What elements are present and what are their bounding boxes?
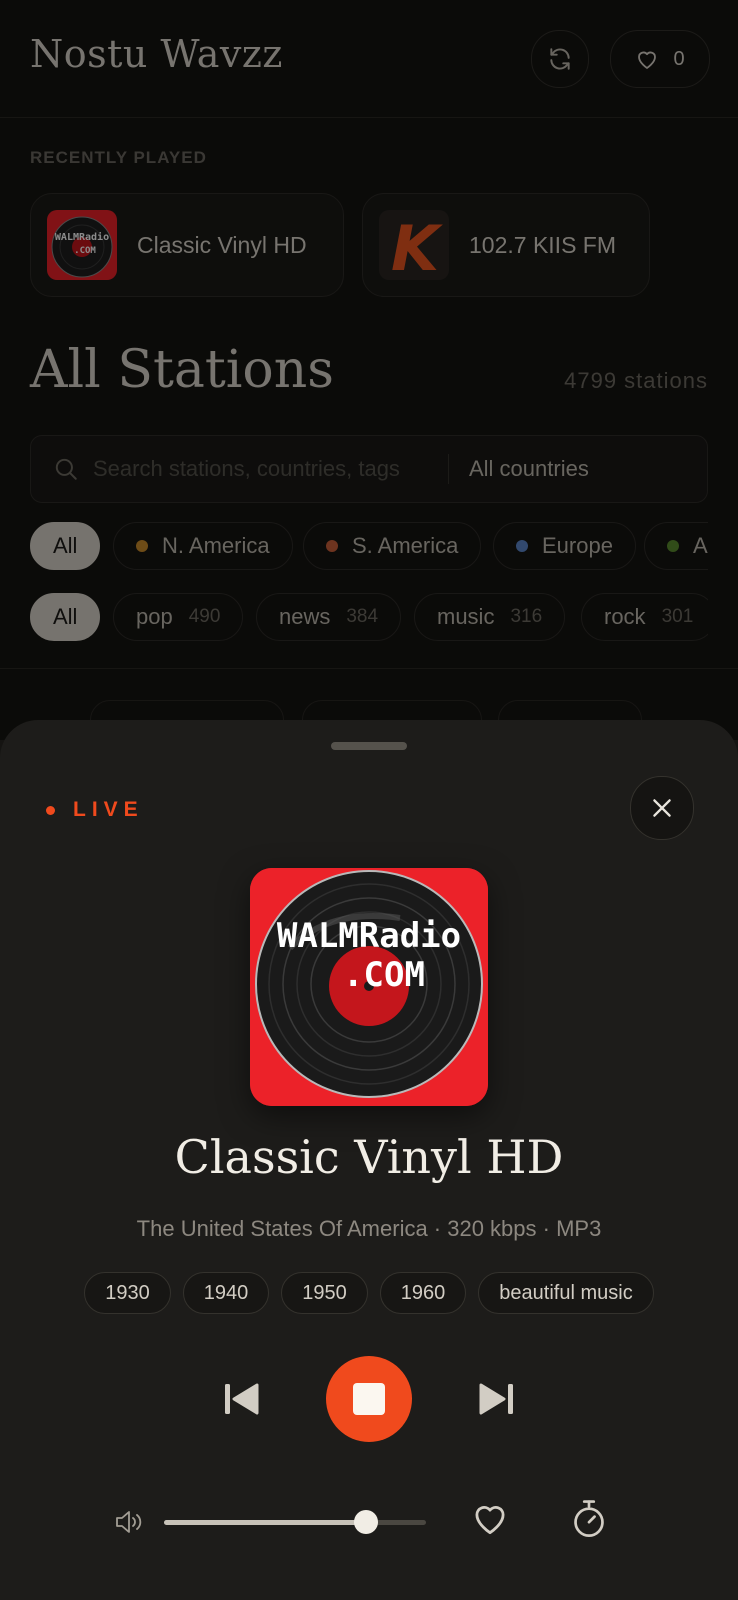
skip-previous-icon [225, 1383, 259, 1415]
svg-text:.COM: .COM [343, 955, 425, 995]
genre-filter-row: All pop 490 news 384 music 316 rock 301 [30, 593, 708, 645]
now-playing-title: Classic Vinyl HD [174, 1130, 564, 1184]
live-indicator: LIVE [46, 798, 144, 822]
all-stations-title: All Stations [30, 340, 334, 400]
live-label: LIVE [73, 798, 144, 821]
svg-text:.COM: .COM [74, 246, 96, 256]
stop-button[interactable] [326, 1356, 412, 1442]
volume-knob[interactable] [353, 1510, 378, 1534]
region-filter-row: All N. America S. America Europe A [30, 522, 708, 574]
heart-icon [638, 51, 657, 69]
region-dot [516, 540, 528, 552]
recently-played-label: RECENTLY PLAYED [30, 148, 207, 167]
recent-station-name: 102.7 KIIS FM [469, 231, 617, 258]
recent-station-name: Classic Vinyl HD [137, 231, 307, 258]
region-chip-europe[interactable]: Europe [493, 522, 636, 570]
app-title: Nostu Wavzz [30, 32, 283, 76]
search-input[interactable]: Search stations, countries, tags [93, 456, 400, 482]
stop-icon [353, 1383, 385, 1415]
region-chip-all[interactable]: All [30, 522, 101, 570]
tag-chip[interactable]: 1930 [84, 1272, 171, 1314]
genre-chip-music[interactable]: music 316 [414, 593, 566, 641]
close-icon [653, 799, 671, 817]
genre-chip-all[interactable]: All [30, 593, 101, 641]
now-playing-sheet: LIVE WALMRadio .COM Classic Vinyl HD The… [0, 720, 738, 1600]
sheet-drag-handle[interactable] [331, 742, 407, 750]
search-divider [448, 454, 449, 484]
app-header: Nostu Wavzz 0 [0, 0, 738, 118]
region-chip-s-america[interactable]: S. America [303, 522, 482, 570]
region-chip-n-america[interactable]: N. America [113, 522, 293, 570]
refresh-icon [550, 48, 570, 70]
station-meta: The United States Of America · 320 kbps … [136, 1216, 602, 1241]
favorite-heart-icon[interactable] [470, 1500, 510, 1536]
volume-slider[interactable] [164, 1510, 426, 1534]
svg-text:WALMRadio: WALMRadio [277, 916, 461, 956]
tag-chip[interactable]: beautiful music [478, 1272, 654, 1314]
player-footer [0, 1492, 738, 1552]
next-button[interactable] [474, 1376, 520, 1422]
favorites-button[interactable]: 0 [610, 30, 710, 88]
volume-icon[interactable] [114, 1508, 144, 1536]
playback-controls [0, 1356, 738, 1442]
refresh-button[interactable] [531, 30, 589, 88]
tag-chip[interactable]: 1950 [281, 1272, 368, 1314]
search-bar: Search stations, countries, tags All cou… [30, 435, 708, 503]
genre-chip-pop[interactable]: pop 490 [113, 593, 244, 641]
live-dot [46, 805, 55, 815]
country-select[interactable]: All countries [469, 456, 589, 482]
recent-station-card[interactable]: WALMRadio .COM Classic Vinyl HD [30, 193, 344, 297]
tag-chip[interactable]: 1940 [182, 1272, 270, 1314]
favorites-count: 0 [673, 47, 685, 70]
station-artwork: WALMRadio .COM [47, 210, 117, 280]
sleep-timer-icon[interactable] [570, 1498, 608, 1540]
svg-text:K: K [391, 212, 443, 280]
volume-fill [164, 1520, 366, 1525]
skip-next-icon [479, 1383, 513, 1415]
genre-chip-news[interactable]: news 384 [256, 593, 402, 641]
station-artwork: WALMRadio .COM [250, 868, 488, 1106]
region-dot [667, 540, 679, 552]
station-tags: 1930 1940 1950 1960 beautiful music [0, 1272, 738, 1314]
station-artwork: K [379, 210, 449, 280]
tag-chip[interactable]: 1960 [379, 1272, 467, 1314]
genre-chip-rock[interactable]: rock 301 [581, 593, 708, 641]
station-count: 4799 stations [564, 368, 708, 393]
close-button[interactable] [630, 776, 694, 840]
previous-button[interactable] [218, 1376, 264, 1422]
search-icon [55, 458, 77, 480]
region-chip-asia[interactable]: A [644, 522, 708, 570]
region-dot [136, 540, 148, 552]
svg-text:WALMRadio: WALMRadio [55, 231, 109, 243]
region-dot [326, 540, 338, 552]
section-divider [0, 668, 738, 669]
recent-station-card[interactable]: K 102.7 KIIS FM [362, 193, 650, 297]
